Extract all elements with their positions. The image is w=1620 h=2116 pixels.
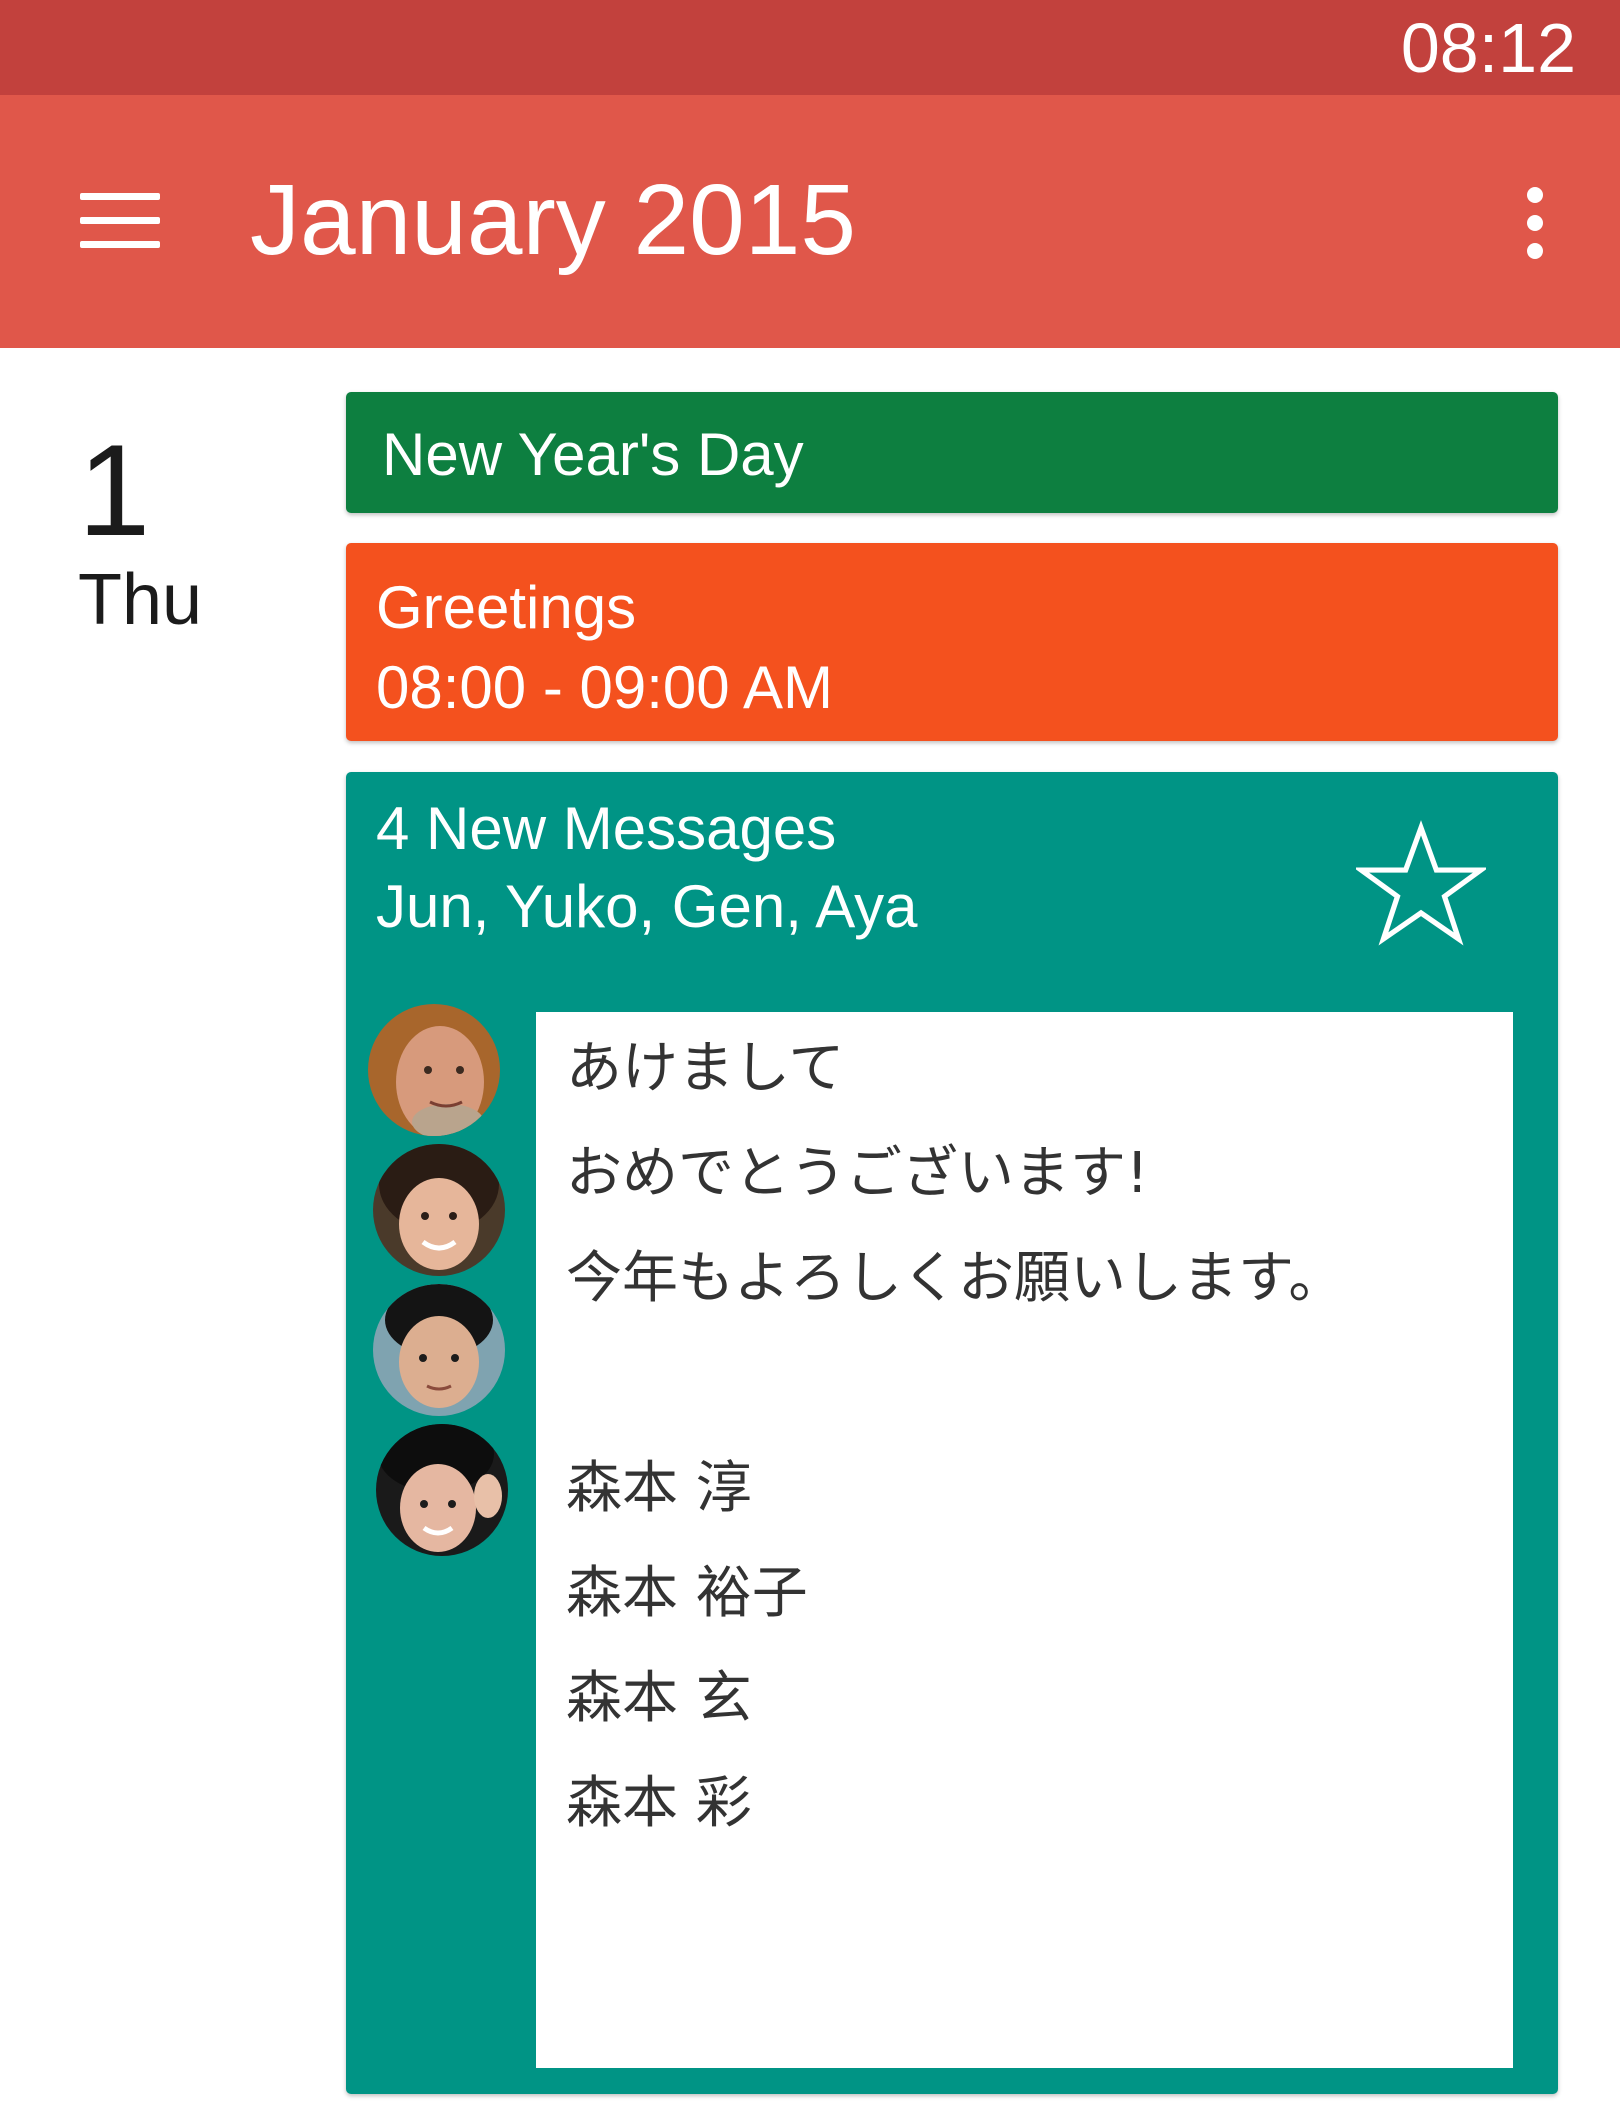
- event-title: Greetings: [376, 574, 637, 641]
- star-icon[interactable]: [1356, 820, 1486, 950]
- message-line: 森本 彩: [566, 1771, 752, 1836]
- avatar-yuko[interactable]: [373, 1144, 505, 1276]
- event-time: 08:00 - 09:00 AM: [376, 654, 833, 721]
- event-title: 4 New Messages: [376, 795, 837, 862]
- more-options-icon[interactable]: [1520, 185, 1550, 261]
- app-bar: January 2015: [0, 95, 1620, 348]
- event-messages[interactable]: 4 New Messages Jun, Yuko, Gen, Aya あけまして…: [346, 772, 1558, 2094]
- avatar-gen[interactable]: [373, 1284, 505, 1416]
- message-line: おめでとうございます!: [566, 1141, 1149, 1206]
- event-title: New Year's Day: [382, 421, 804, 488]
- day-number: 1: [78, 417, 151, 563]
- message-line: 森本 裕子: [566, 1561, 808, 1626]
- message-body: あけまして おめでとうございます! 今年もよろしくお願いします。 森本 淳 森本…: [536, 1012, 1513, 2068]
- status-time: 08:12: [1400, 9, 1576, 87]
- day-weekday: Thu: [78, 560, 203, 640]
- message-line: あけまして: [566, 1036, 845, 1101]
- message-line: 今年もよろしくお願いします。: [566, 1246, 1345, 1311]
- event-greetings[interactable]: Greetings 08:00 - 09:00 AM: [346, 543, 1558, 741]
- status-bar: 08:12: [0, 0, 1620, 95]
- message-line: 森本 淳: [566, 1456, 752, 1521]
- menu-icon[interactable]: [80, 191, 160, 251]
- event-senders: Jun, Yuko, Gen, Aya: [376, 873, 918, 940]
- avatar-aya[interactable]: [376, 1424, 508, 1556]
- event-new-years-day[interactable]: New Year's Day: [346, 392, 1558, 513]
- avatar-jun[interactable]: [368, 1004, 500, 1136]
- page-title: January 2015: [250, 164, 857, 276]
- message-line: 森本 玄: [566, 1666, 752, 1731]
